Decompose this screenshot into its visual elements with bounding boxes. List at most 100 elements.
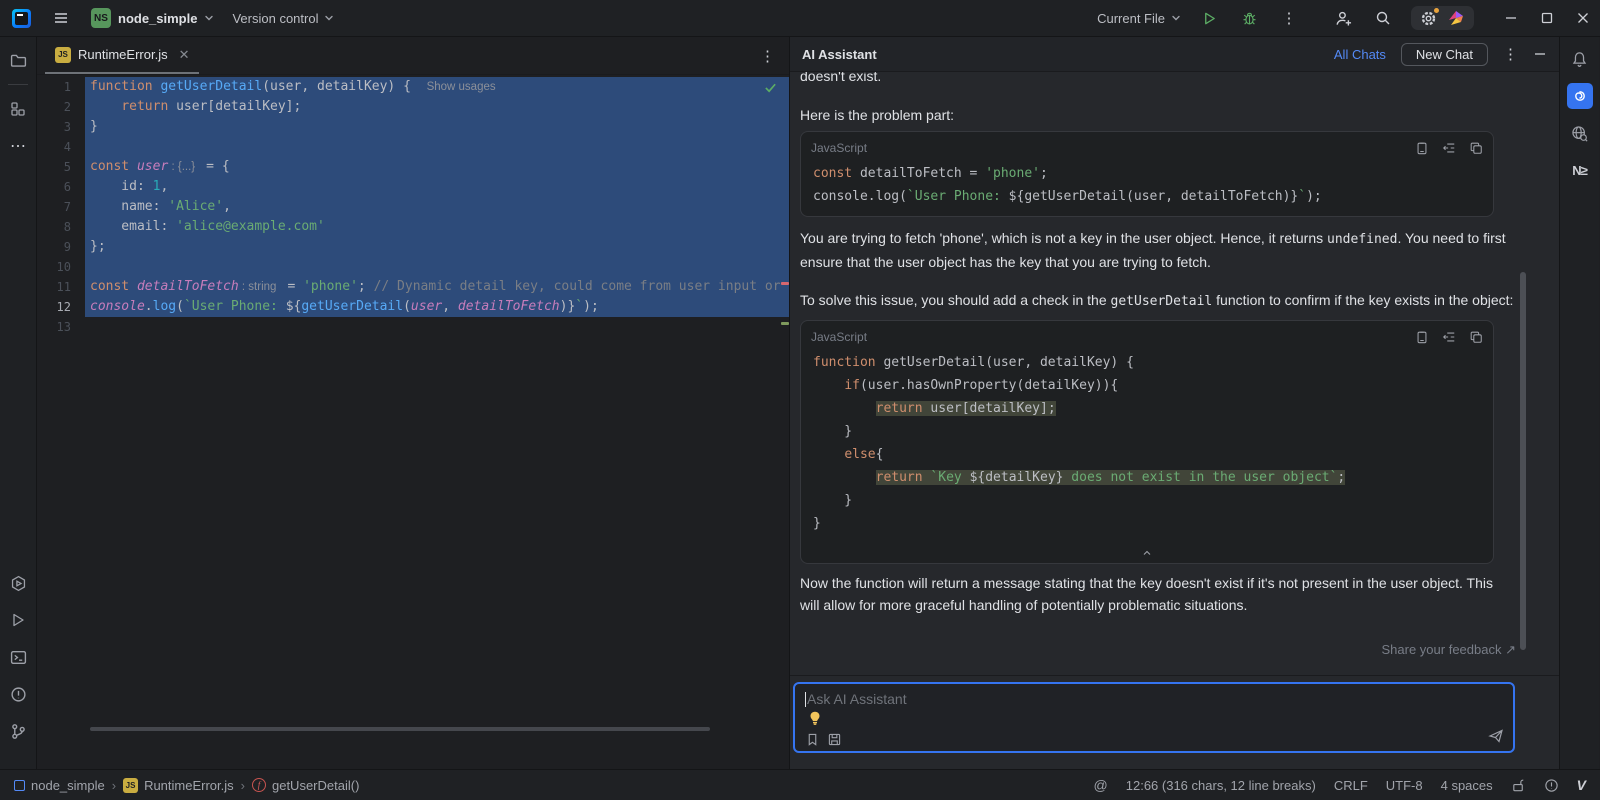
line-ending-widget[interactable]: CRLF [1334,778,1368,793]
code-line: else{ [813,443,1481,466]
ai-assistant-menu-button[interactable] [1447,9,1465,27]
editor-code-area[interactable]: function getUserDetail(user, detailKey) … [85,77,789,769]
breadcrumb-function[interactable]: f getUserDetail() [252,778,359,793]
notifications-button[interactable] [1567,46,1593,72]
copy-code-button[interactable] [1469,330,1483,344]
code-editor[interactable]: 12345678910111213 function getUserDetail… [37,75,789,769]
code-with-me-button[interactable] [1331,6,1355,30]
run-button[interactable] [1197,6,1221,30]
structure-tool-button[interactable] [5,96,31,122]
line-number[interactable]: 3 [37,117,85,137]
code-line: const detailToFetch = 'phone'; [813,162,1481,185]
close-button[interactable] [1576,11,1590,25]
run-configuration-selector[interactable]: Current File [1097,11,1181,26]
terminal-tool-button[interactable] [5,644,31,670]
code-line: } [813,420,1481,443]
v-plugin-icon[interactable]: V [1577,777,1586,793]
line-number[interactable]: 6 [37,177,85,197]
editor-code-line[interactable]: email: 'alice@example.com' [85,217,789,237]
input-placeholder: Ask AI Assistant [807,691,907,707]
selection-stripe-mark[interactable] [781,322,789,325]
version-control-tool-button[interactable] [5,718,31,744]
send-message-button[interactable] [1488,728,1504,744]
code-line: if(user.hasOwnProperty(detailKey)){ [813,374,1481,397]
editor-code-line[interactable]: const detailToFetch : string = 'phone'; … [85,277,789,297]
chat-scrollbar[interactable] [1520,272,1526,650]
settings-button[interactable] [1420,10,1437,27]
line-number[interactable]: 7 [37,197,85,217]
problems-tool-button[interactable] [5,681,31,707]
share-feedback-link[interactable]: Share your feedback ↗ [1382,642,1517,658]
insert-snippet-button[interactable] [1415,330,1429,344]
line-number[interactable]: 11 [37,277,85,297]
run-tool-button[interactable] [5,607,31,633]
line-number[interactable]: 12 [37,297,85,317]
ai-panel-header: AI Assistant All Chats New Chat ⋮ [790,37,1559,72]
hide-panel-button[interactable] [1533,47,1547,61]
line-number[interactable]: 9 [37,237,85,257]
suggestion-lightbulb-icon[interactable] [808,711,822,726]
ai-options-kebab-button[interactable]: ⋮ [1503,45,1518,63]
insert-at-caret-button[interactable] [1442,141,1456,155]
editor-code-line[interactable]: name: 'Alice', [85,197,789,217]
ai-assistant-tool-button[interactable] [1567,83,1593,109]
editor-code-line[interactable] [85,317,789,337]
error-stripe-mark[interactable] [781,282,789,285]
chevron-down-icon [1171,13,1181,23]
n2-tool-button[interactable]: N≥ [1567,157,1593,183]
editor-code-line[interactable]: return user[detailKey]; [85,97,789,117]
line-number[interactable]: 2 [37,97,85,117]
editor-code-line[interactable]: function getUserDetail(user, detailKey) … [85,77,789,97]
ai-assistant-panel: AI Assistant All Chats New Chat ⋮ doesn'… [789,37,1559,769]
tab-runtimeerror-js[interactable]: JS RuntimeError.js ✕ [45,37,199,74]
ai-chat-input[interactable]: Ask AI Assistant [793,682,1515,753]
inspections-ok-icon[interactable] [764,81,777,94]
line-number[interactable]: 8 [37,217,85,237]
editor-code-line[interactable]: } [85,117,789,137]
readonly-toggle[interactable] [1511,778,1526,793]
editor-code-line[interactable]: const user : {...} = { [85,157,789,177]
maximize-button[interactable] [1540,11,1554,25]
new-chat-button[interactable]: New Chat [1401,43,1488,66]
search-everywhere-button[interactable] [1371,6,1395,30]
indent-widget[interactable]: 4 spaces [1441,778,1493,793]
prompt-library-icon[interactable] [806,733,819,746]
editor-code-line[interactable]: console.log(`User Phone: ${getUserDetail… [85,297,789,317]
line-number[interactable]: 10 [37,257,85,277]
copy-code-button[interactable] [1469,141,1483,155]
editor-code-line[interactable]: id: 1, [85,177,789,197]
caret-position-widget[interactable]: 12:66 (316 chars, 12 line breaks) [1126,778,1316,793]
editor-gutter[interactable]: 12345678910111213 [37,77,85,769]
encoding-widget[interactable]: UTF-8 [1386,778,1423,793]
editor-code-line[interactable] [85,257,789,277]
line-number[interactable]: 1 [37,77,85,97]
breadcrumb-file[interactable]: JS RuntimeError.js [123,778,234,793]
collapse-code-button[interactable] [801,543,1493,563]
run-more-kebab-button[interactable]: ⋮ [1277,6,1301,30]
ai-status-icon[interactable]: @ [1094,777,1108,793]
breadcrumb-project[interactable]: node_simple [14,778,105,793]
editor-horizontal-scrollbar[interactable] [90,727,710,731]
minimize-button[interactable] [1504,11,1518,25]
editor-code-line[interactable]: }; [85,237,789,257]
inspections-widget[interactable] [1544,778,1559,793]
vcs-menu[interactable]: Version control [232,11,334,26]
insert-at-caret-button[interactable] [1442,330,1456,344]
tab-options-kebab-button[interactable]: ⋮ [760,47,775,65]
project-tool-button[interactable] [5,47,31,73]
line-number[interactable]: 5 [37,157,85,177]
services-tool-button[interactable] [5,570,31,596]
main-menu-button[interactable] [49,6,73,30]
save-prompt-icon[interactable] [828,733,841,746]
line-number[interactable]: 13 [37,317,85,337]
project-widget[interactable]: NS node_simple [91,8,214,28]
all-chats-link[interactable]: All Chats [1334,47,1386,62]
tab-close-icon[interactable]: ✕ [179,47,190,63]
editor-code-line[interactable] [85,137,789,157]
more-tool-windows-button[interactable]: ⋯ [5,133,31,159]
web-inspections-tool-button[interactable] [1567,120,1593,146]
line-number[interactable]: 4 [37,137,85,157]
debug-button[interactable] [1237,6,1261,30]
editor-tab-bar: JS RuntimeError.js ✕ ⋮ [37,37,789,75]
insert-snippet-button[interactable] [1415,141,1429,155]
